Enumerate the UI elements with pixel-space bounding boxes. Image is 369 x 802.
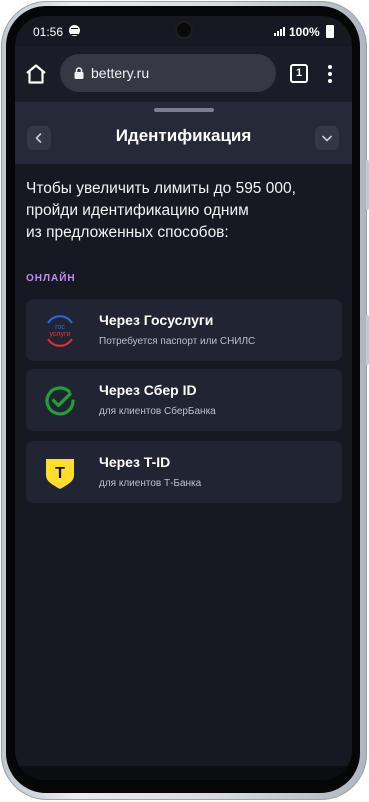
address-bar[interactable]: bettery.ru <box>60 54 276 92</box>
method-gosuslugi[interactable]: гос услуги Через Госуслуги Потребуется п… <box>26 299 342 361</box>
url-text: bettery.ru <box>91 65 150 81</box>
spotify-icon <box>69 25 80 36</box>
sber-id-logo-icon <box>45 386 75 416</box>
method-subtitle: Потребуется паспорт или СНИЛС <box>99 336 256 347</box>
front-camera <box>177 23 191 37</box>
intro-text: Чтобы увеличить лимиты до 595 000, пройд… <box>26 178 326 244</box>
method-title: Через Госуслуги <box>99 312 214 328</box>
phone-screen: 01:56 100% bettery.ru 1 Идентификация Чт… <box>15 16 352 780</box>
section-label-online: ОНЛАЙН <box>26 273 76 284</box>
home-icon[interactable] <box>25 64 47 84</box>
method-t-id[interactable]: Т Через T-ID для клиентов Т-Банка <box>26 441 342 503</box>
gosuslugi-logo-icon: гос услуги <box>47 315 73 347</box>
logo-text: гос <box>55 324 65 331</box>
browser-toolbar: bettery.ru 1 <box>15 46 352 102</box>
lock-icon <box>74 67 84 79</box>
navigation-bar <box>15 766 352 780</box>
more-menu-icon[interactable] <box>328 65 332 83</box>
method-subtitle: для клиентов Т-Банка <box>99 478 202 489</box>
method-title: Через T-ID <box>99 454 171 470</box>
sheet-drag-handle[interactable] <box>154 108 214 112</box>
method-sber-id[interactable]: Через Сбер ID для клиентов СберБанка <box>26 369 342 431</box>
chevron-down-icon <box>322 135 332 142</box>
signal-icon <box>274 27 286 36</box>
status-time: 01:56 <box>33 25 64 39</box>
logo-text: Т <box>55 465 65 482</box>
intro-line: из предложенных способов: <box>26 224 229 241</box>
page-title: Идентификация <box>115 126 252 145</box>
battery-percent: 100% <box>289 25 320 39</box>
status-bar: 01:56 100% <box>15 16 352 46</box>
sheet-content: Чтобы увеличить лимиты до 595 000, пройд… <box>15 164 352 780</box>
logo-text: услуги <box>50 331 71 338</box>
battery-icon <box>326 25 334 38</box>
intro-line: пройди идентификацию одним <box>26 202 249 219</box>
t-bank-logo-icon: Т <box>46 459 74 489</box>
tab-switcher-button[interactable]: 1 <box>290 64 308 83</box>
method-title: Через Сбер ID <box>99 382 197 398</box>
sheet-header: Идентификация <box>15 102 352 164</box>
collapse-button[interactable] <box>315 126 339 150</box>
method-subtitle: для клиентов СберБанка <box>99 406 216 417</box>
intro-line: Чтобы увеличить лимиты до 595 000, <box>26 180 296 197</box>
